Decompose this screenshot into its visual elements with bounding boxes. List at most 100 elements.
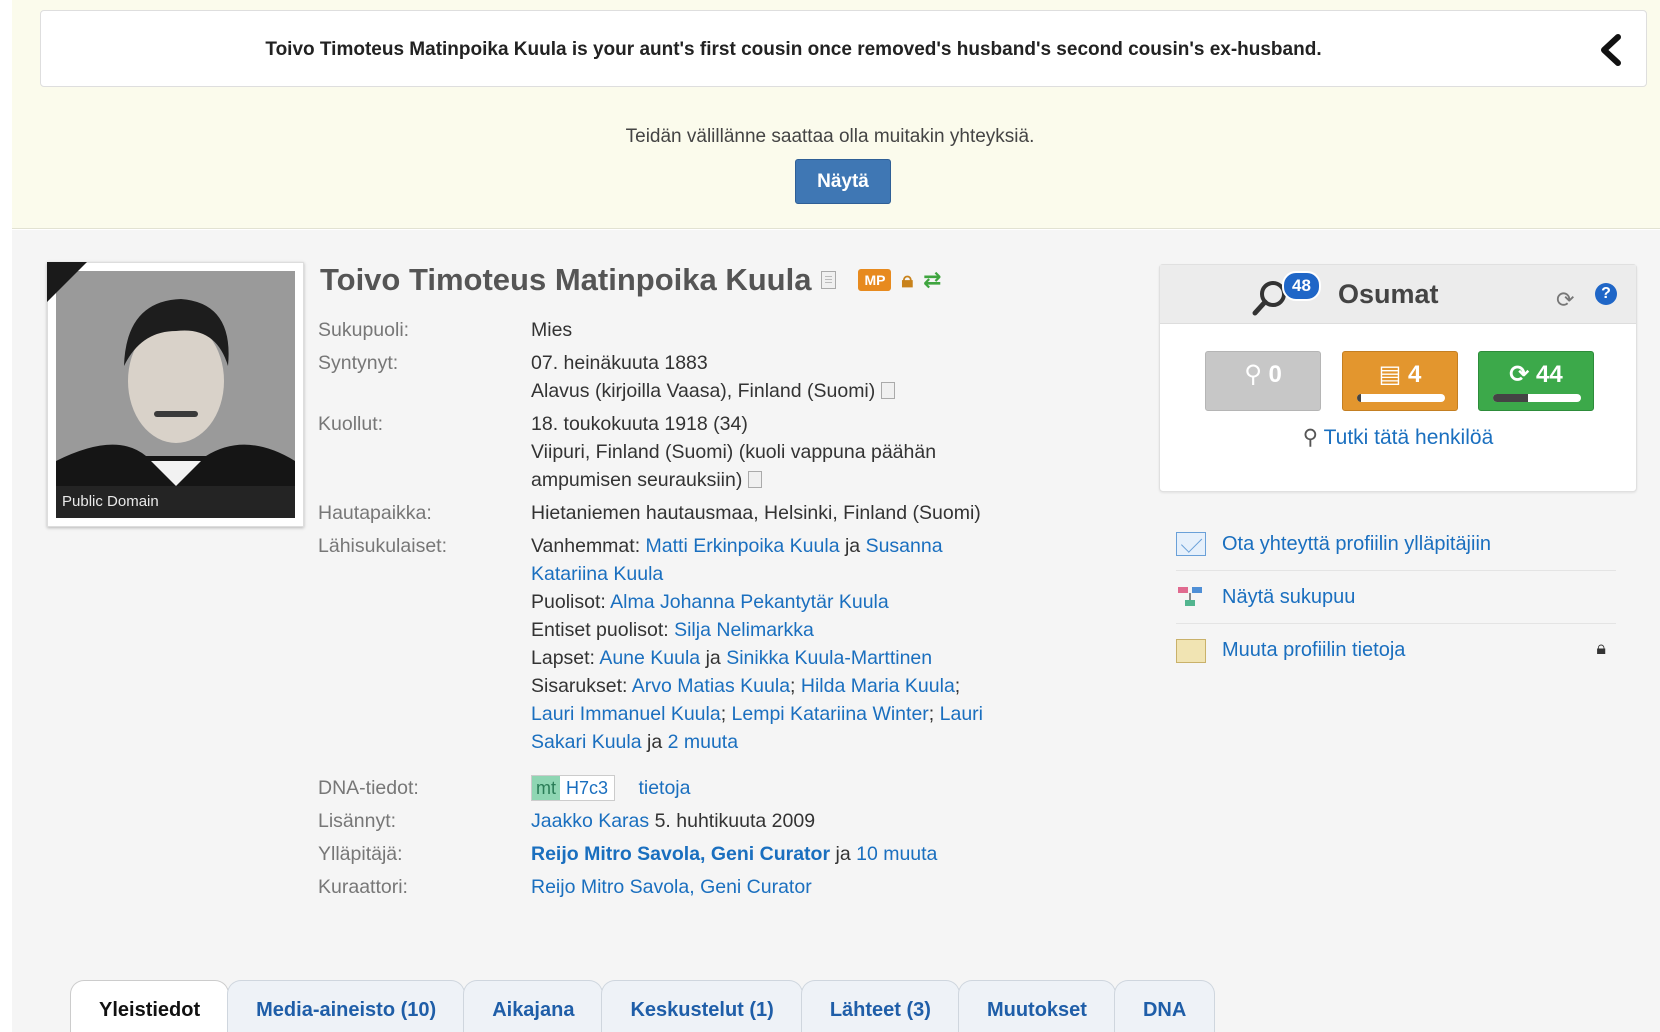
spouse-link[interactable]: Alma Johanna Pekantytär Kuula [610,591,889,613]
dna-info-link[interactable]: tietoja [638,777,690,799]
burial-label: Hautapaikka: [318,502,432,524]
and-text: ja [647,731,663,753]
haplogroup-badge[interactable]: mt H7c3 [531,775,616,801]
curator-link[interactable]: Reijo Mitro Savola, Geni Curator [531,876,812,898]
record-progress-fill [1357,394,1362,402]
record-matches-button[interactable]: ▤ 4 [1342,351,1458,411]
more-siblings-link[interactable]: 2 muuta [668,731,738,753]
research-link[interactable]: ⚲ Tutki tätä henkilöä [1160,425,1636,450]
matches-count-badge[interactable]: 48 [1282,271,1321,301]
matches-header: 48 Osumat ⟳ ? [1160,265,1636,324]
added-value: Jaakko Karas 5. huhtikuuta 2009 [531,807,1001,835]
curator-value: Reijo Mitro Savola, Geni Curator [531,873,1001,901]
smart-matches-button[interactable]: ⟳ 44 [1478,351,1594,411]
dna-value: mt H7c3 tietoja [531,774,1001,802]
tab-media[interactable]: Media-aineisto (10) [227,980,466,1032]
sibling-link[interactable]: Arvo Matias Kuula [632,675,790,697]
profile-actions: Ota yhteyttä profiilin ylläpitäjiin Näyt… [1176,518,1616,677]
document-icon[interactable] [881,382,896,399]
portrait-image [56,271,295,518]
added-by-link[interactable]: Jaakko Karas [531,810,649,832]
matches-panel: 48 Osumat ⟳ ? ⚲ 0 ▤ 4 ⟳ 44 ⚲ Tutki tätä … [1159,264,1637,492]
haplogroup: H7c3 [566,778,609,798]
family-label: Lähisukulaiset: [318,535,447,557]
research-label: Tutki tätä henkilöä [1323,426,1494,449]
siblings-label: Sisarukset: [531,675,628,697]
smart-progress-bar [1493,394,1581,402]
child-link[interactable]: Aune Kuula [599,647,700,669]
tab-revisions[interactable]: Muutokset [957,980,1116,1032]
sibling-link[interactable]: Lempi Katariina Winter [732,703,929,725]
profile-facts: Sukupuoli: Mies Syntynyt: 07. heinäkuuta… [318,316,1018,901]
gender-label: Sukupuoli: [318,319,410,341]
smart-match-icon: ⟳ [1509,361,1530,388]
tree-match-icon: ⚲ [1244,361,1262,388]
refresh-icon[interactable]: ⟳ [1556,287,1574,313]
relationship-text: Toivo Timoteus Matinpoika Kuula is your … [265,39,1322,60]
child-link[interactable]: Sinikka Kuula-Marttinen [726,647,932,669]
parent-link[interactable]: Matti Erkinpoika Kuula [646,535,840,557]
ex-spouse-link[interactable]: Silja Nelimarkka [674,619,814,641]
separator: ; [720,703,727,725]
ex-spouses-label: Entiset puolisot: [531,619,669,641]
manager-link[interactable]: Reijo Mitro Savola, Geni Curator [531,843,830,865]
born-value: 07. heinäkuuta 1883 Alavus (kirjoilla Va… [531,349,1001,405]
profile-photo-frame[interactable]: Public Domain [47,262,304,527]
tree-matches-button[interactable]: ⚲ 0 [1205,351,1321,411]
and-text: ja [835,843,851,865]
tab-dna[interactable]: DNA [1113,980,1216,1032]
born-place: Alavus (kirjoilla Vaasa), Finland (Suomi… [531,380,876,402]
relationship-box: Toivo Timoteus Matinpoika Kuula is your … [40,10,1647,87]
born-label: Syntynyt: [318,352,399,374]
chevron-left-icon[interactable] [1596,33,1626,67]
record-icon: ▤ [1378,361,1402,388]
record-matches-count: 4 [1408,361,1422,388]
sibling-link[interactable]: Lauri Immanuel Kuula [531,703,721,725]
profile-name-row: Toivo Timoteus Matinpoika Kuula MP 🔒︎ ⇄ [320,262,942,298]
document-icon[interactable] [821,271,837,289]
tab-overview[interactable]: Yleistiedot [70,980,230,1032]
curator-label: Kuraattori: [318,876,408,898]
added-date: 5. huhtikuuta 2009 [654,810,816,832]
died-date: 18. toukokuuta 1918 (34) [531,413,748,435]
matches-title[interactable]: Osumat [1338,279,1439,310]
died-place: Viipuri, Finland (Suomi) (kuoli vappuna … [531,441,937,491]
sibling-link[interactable]: Hilda Maria Kuula [801,675,955,697]
show-connections-button[interactable]: Näytä [795,159,891,204]
tree-matches-count: 0 [1268,361,1282,388]
lock-icon: 🔒︎ [901,267,914,292]
envelope-icon [1176,532,1206,556]
profile-tabs: Yleistiedot Media-aineisto (10) Aikajana… [70,980,1216,1032]
search-icon: ⚲ [1302,426,1319,449]
photo-license-caption: Public Domain [56,486,295,518]
merge-icon[interactable]: ⇄ [923,267,941,293]
tab-sources[interactable]: Lähteet (3) [800,980,960,1032]
document-icon[interactable] [748,471,763,488]
help-icon[interactable]: ? [1595,283,1617,305]
edit-profile-action[interactable]: Muuta profiilin tietoja 🔒︎ [1176,624,1616,677]
added-label: Lisännyt: [318,810,397,832]
more-managers-link[interactable]: 10 muuta [856,843,937,865]
smart-progress-fill [1493,394,1529,402]
family-value: Vanhemmat: Matti Erkinpoika Kuula ja Sus… [531,532,1001,756]
action-label: Näytä sukupuu [1222,585,1356,608]
contact-managers-action[interactable]: Ota yhteyttä profiilin ylläpitäjiin [1176,518,1616,571]
family-tree-icon [1178,587,1202,606]
smart-matches-count: 44 [1536,361,1563,388]
gender-value: Mies [531,319,573,341]
died-label: Kuollut: [318,413,384,435]
master-profile-badge[interactable]: MP [858,269,892,291]
burial-value: Hietaniemen hautausmaa, Helsinki, Finlan… [531,502,981,524]
and-text: ja [844,535,861,557]
parents-label: Vanhemmat: [531,535,641,557]
and-text: ja [705,647,721,669]
spouses-label: Puolisot: [531,591,606,613]
lock-icon: 🔒︎ [1596,638,1606,658]
tab-discussions[interactable]: Keskustelut (1) [601,980,803,1032]
edit-icon [1176,638,1206,663]
view-tree-action[interactable]: Näytä sukupuu [1176,571,1616,624]
profile-photo[interactable]: Public Domain [56,271,295,518]
separator: ; [954,675,961,697]
tab-timeline[interactable]: Aikajana [463,980,604,1032]
record-progress-bar [1357,394,1445,402]
